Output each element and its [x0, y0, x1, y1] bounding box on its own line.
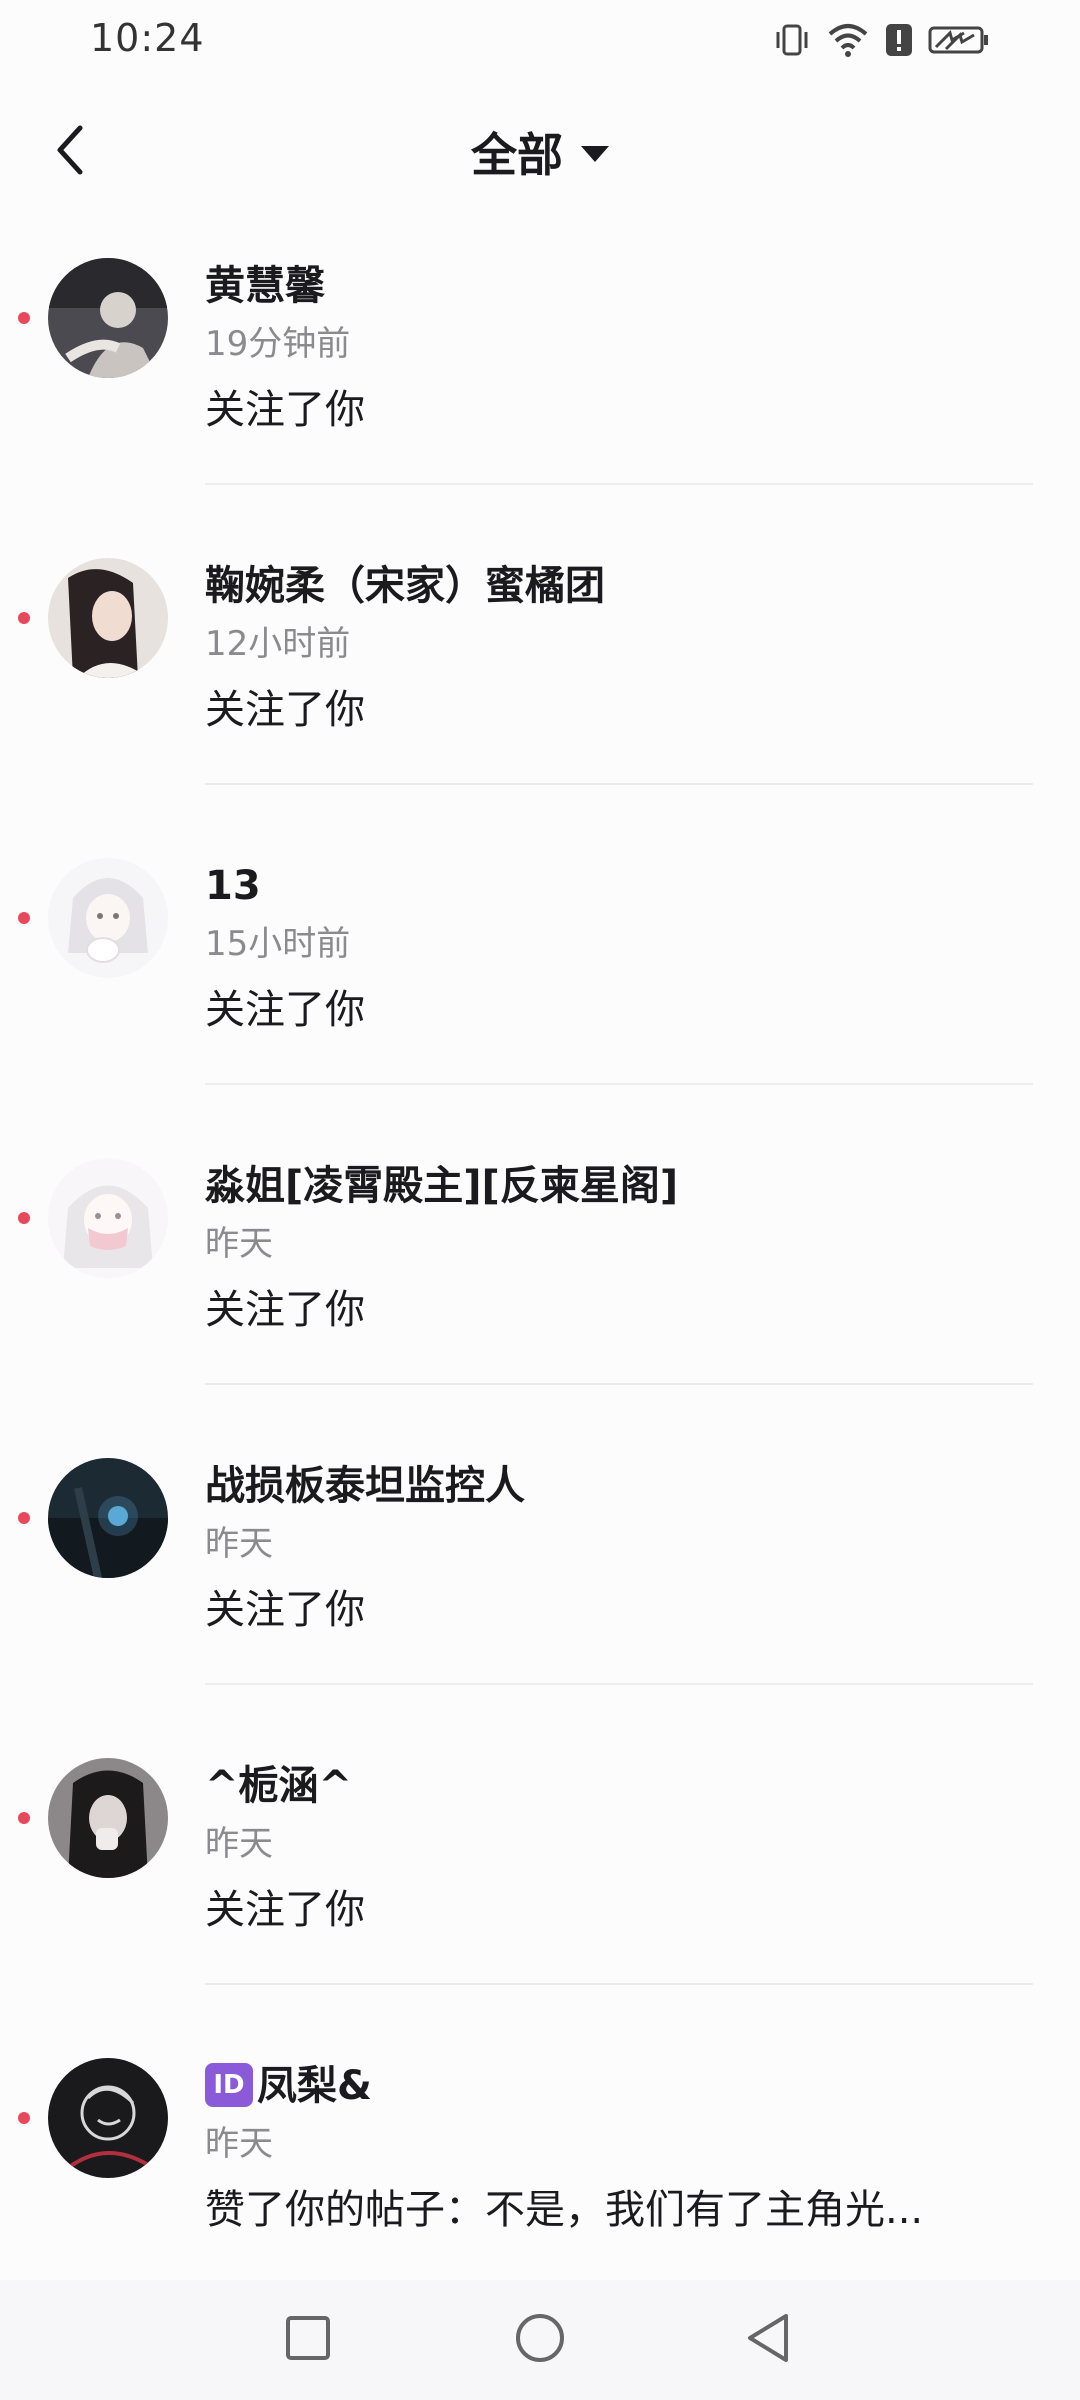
avatar[interactable]: [48, 1758, 168, 1878]
header: 全部: [0, 80, 1080, 220]
status-time: 10:24: [90, 16, 205, 60]
user-name[interactable]: 鞠婉柔（宋家）蜜橘团: [205, 558, 605, 614]
user-name[interactable]: 战损板泰坦监控人: [205, 1458, 525, 1514]
notification-item[interactable]: ^栀涵^ 昨天 关注了你: [0, 1720, 1080, 2020]
notification-time: 昨天: [205, 2124, 273, 2164]
avatar[interactable]: [48, 2058, 168, 2178]
unread-dot: [18, 1212, 30, 1224]
battery-charging-icon: [928, 20, 990, 60]
status-bar: 10:24: [0, 0, 1080, 80]
avatar[interactable]: [48, 258, 168, 378]
notification-time: 昨天: [205, 1824, 273, 1864]
notification-text: 关注了你: [205, 687, 365, 733]
recents-button[interactable]: [278, 2310, 338, 2370]
avatar[interactable]: [48, 1458, 168, 1578]
notification-text: 关注了你: [205, 387, 365, 433]
notification-text: 关注了你: [205, 1287, 365, 1333]
alert-icon: [884, 20, 914, 60]
notification-item[interactable]: ID 凤梨& 昨天 赞了你的帖子：不是，我们有了主角光...: [0, 2020, 1080, 2320]
filter-dropdown[interactable]: 全部: [440, 116, 640, 188]
circle-icon: [514, 2312, 566, 2368]
notification-time: 15小时前: [205, 924, 351, 964]
notification-time: 12小时前: [205, 624, 351, 664]
user-name[interactable]: ^栀涵^: [205, 1758, 352, 1814]
divider: [205, 783, 1033, 785]
divider: [205, 1383, 1033, 1385]
avatar[interactable]: [48, 858, 168, 978]
unread-dot: [18, 312, 30, 324]
id-badge: ID: [205, 2063, 253, 2107]
unread-dot: [18, 1812, 30, 1824]
unread-dot: [18, 1512, 30, 1524]
square-icon: [284, 2314, 332, 2366]
back-button[interactable]: [40, 116, 100, 188]
unread-dot: [18, 612, 30, 624]
user-name[interactable]: 淼姐[凌霄殿主][反柬星阁]: [205, 1158, 678, 1214]
notification-text: 关注了你: [205, 1587, 365, 1633]
wifi-icon: [826, 20, 870, 60]
divider: [205, 483, 1033, 485]
status-icons: [772, 20, 990, 60]
divider: [205, 1683, 1033, 1685]
filter-label: 全部: [471, 128, 563, 182]
notification-time: 19分钟前: [205, 324, 351, 364]
avatar[interactable]: [48, 558, 168, 678]
home-button[interactable]: [510, 2310, 570, 2370]
user-name[interactable]: 13: [205, 858, 261, 914]
triangle-back-icon: [744, 2312, 792, 2368]
notification-text: 赞了你的帖子：不是，我们有了主角光...: [205, 2187, 924, 2233]
unread-dot: [18, 912, 30, 924]
chevron-left-icon: [50, 122, 90, 182]
notification-text: 关注了你: [205, 1887, 365, 1933]
caret-down-icon: [581, 146, 609, 162]
user-name[interactable]: 黄慧馨: [205, 258, 325, 314]
notification-item[interactable]: 战损板泰坦监控人 昨天 关注了你: [0, 1420, 1080, 1720]
notification-time: 昨天: [205, 1224, 273, 1264]
divider: [205, 1983, 1033, 1985]
user-name-text: 凤梨&: [257, 2063, 372, 2109]
user-name[interactable]: ID 凤梨&: [205, 2058, 372, 2114]
avatar[interactable]: [48, 1158, 168, 1278]
notification-item[interactable]: 淼姐[凌霄殿主][反柬星阁] 昨天 关注了你: [0, 1120, 1080, 1420]
notification-item[interactable]: 鞠婉柔（宋家）蜜橘团 12小时前 关注了你: [0, 520, 1080, 820]
system-nav-bar: [0, 2280, 1080, 2400]
vibrate-icon: [772, 20, 812, 60]
notification-item[interactable]: 黄慧馨 19分钟前 关注了你: [0, 220, 1080, 520]
unread-dot: [18, 2112, 30, 2124]
divider: [205, 1083, 1033, 1085]
notification-time: 昨天: [205, 1524, 273, 1564]
notification-item[interactable]: 13 15小时前 关注了你: [0, 820, 1080, 1120]
nav-back-button[interactable]: [738, 2310, 798, 2370]
notification-text: 关注了你: [205, 987, 365, 1033]
notification-list: 黄慧馨 19分钟前 关注了你 鞠婉柔（宋家）蜜橘团 12小时前 关注了你 13 …: [0, 220, 1080, 2320]
